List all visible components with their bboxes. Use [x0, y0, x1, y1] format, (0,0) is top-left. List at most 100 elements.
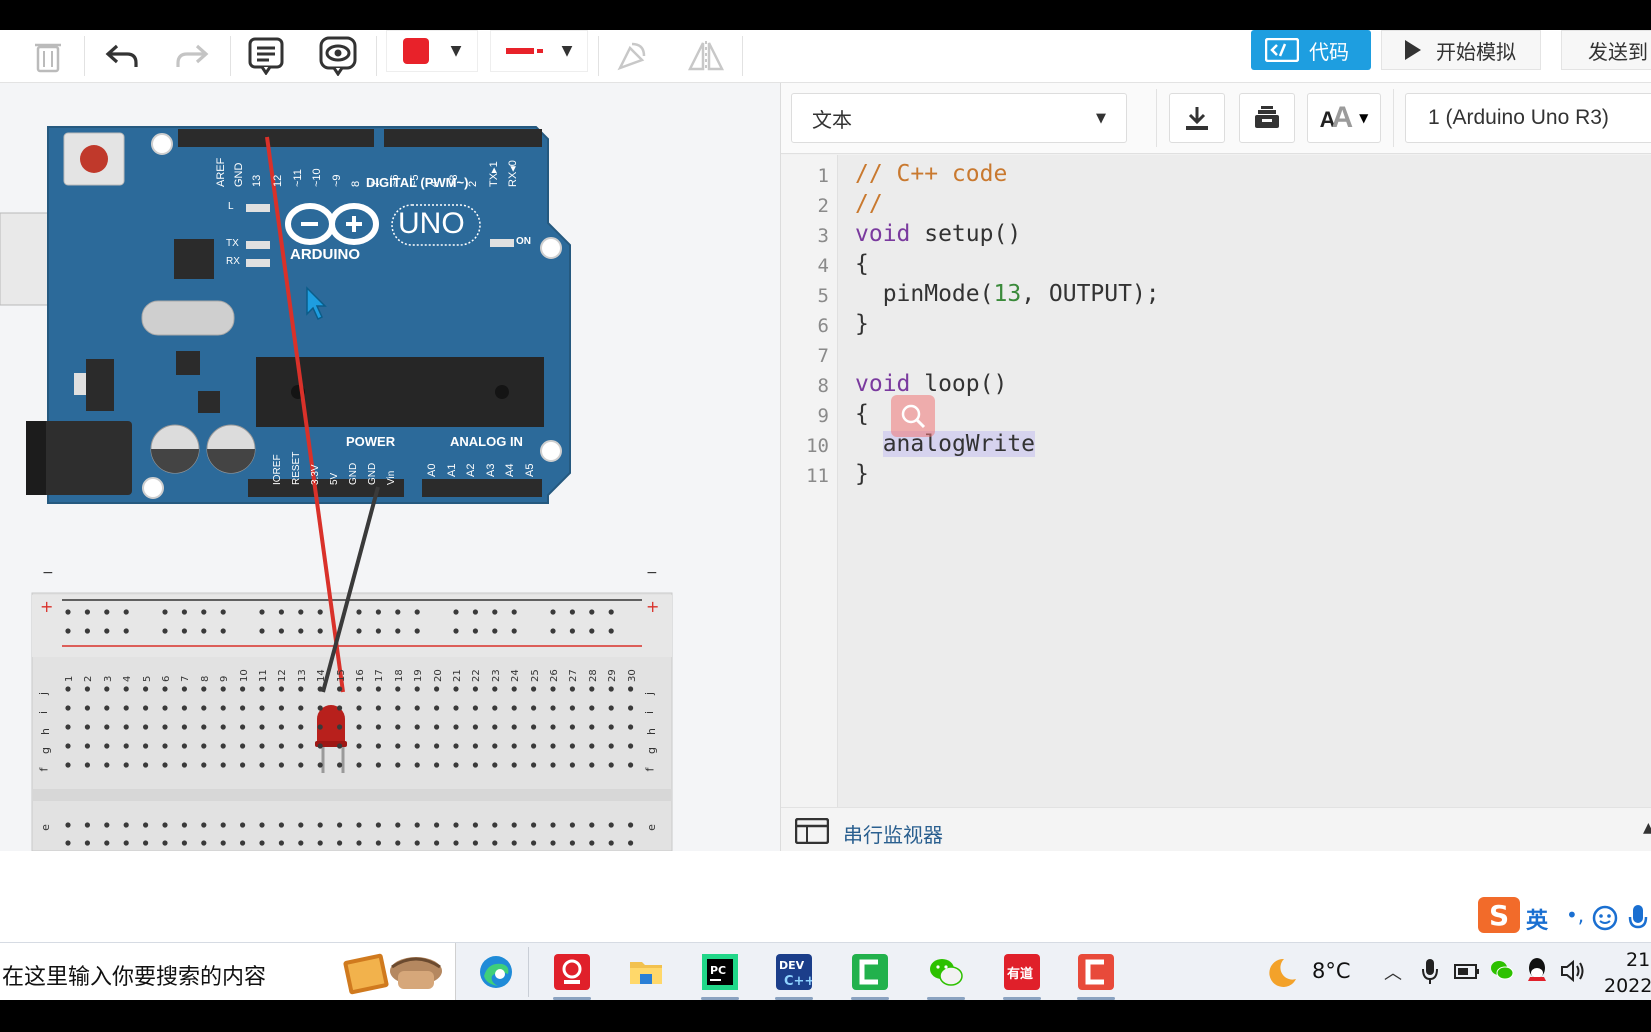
svg-text:有道: 有道 [1007, 966, 1033, 982]
line-number: 1 [817, 165, 829, 187]
breadboard-holes [65, 609, 634, 846]
comment-token: // C++ code [855, 161, 1008, 187]
breadboard-column-number: 9 [219, 675, 231, 682]
led-l-label: L [228, 201, 234, 212]
pycharm-icon[interactable]: PC [702, 954, 738, 990]
pin-label: A2 [465, 463, 477, 477]
breadboard-column-number: 18 [393, 669, 405, 682]
redo-icon[interactable] [170, 30, 214, 82]
code-line-10[interactable]: analogWrite [855, 431, 1036, 457]
code-mode-select[interactable]: 文本 ▼ [791, 93, 1127, 143]
clock-time[interactable]: 21: [1626, 949, 1651, 971]
volume-icon[interactable] [1560, 959, 1586, 987]
download-button[interactable] [1169, 93, 1225, 143]
code-line-1[interactable]: // C++ code [855, 161, 1007, 187]
dev-cpp-icon[interactable]: DEV C++ [776, 954, 815, 990]
code-line-2[interactable]: // [855, 191, 883, 217]
breadboard-column-number: 24 [510, 669, 522, 682]
microphone-icon[interactable] [1628, 903, 1648, 937]
breadboard-column-number: 26 [549, 669, 560, 682]
library-button[interactable] [1239, 93, 1295, 143]
rail-plus-left: + [40, 597, 54, 616]
gnd-label: GND [233, 162, 245, 187]
code-editor[interactable]: 1 2 3 4 5 6 7 8 9 10 11 // C++ code // void setup(… [781, 155, 1651, 807]
pin-label: A4 [504, 463, 516, 477]
weather-temperature[interactable]: 8°C [1312, 959, 1351, 983]
visibility-icon[interactable] [316, 30, 360, 82]
chevron-up-icon[interactable]: ▲ [1643, 820, 1651, 836]
ime-language-indicator[interactable]: 英 [1526, 903, 1548, 935]
breadboard-column-number: 15 [335, 669, 347, 682]
wechat-tray-icon[interactable] [1490, 959, 1514, 985]
search-decoration-icon [340, 949, 450, 1001]
clock-date[interactable]: 2022/ [1604, 975, 1651, 997]
breadboard-column-number: 7 [180, 675, 192, 682]
rail-minus-left: − [42, 565, 54, 581]
file-explorer-icon[interactable] [628, 954, 664, 990]
code-mode-value: 文本 [812, 107, 852, 132]
microphone-tray-icon[interactable] [1422, 957, 1438, 989]
breadboard-column-number: 27 [568, 669, 580, 682]
ime-punctuation-indicator[interactable]: •, [1566, 903, 1584, 927]
breadboard-row-letter: i [37, 710, 51, 715]
color-swatch [402, 38, 429, 64]
uno-logo-text: UNO [398, 207, 465, 240]
main-toolbar: ▼ ▼ 代码 开始模拟 发送到 [0, 30, 1651, 83]
send-to-button[interactable]: 发送到 [1561, 30, 1651, 70]
breadboard-row-letter: i [643, 710, 657, 715]
flip-icon[interactable] [684, 30, 728, 82]
breadboard-column-number: 2 [83, 675, 95, 682]
code-icon [1265, 38, 1299, 62]
sogou-ime-icon[interactable]: S [1476, 895, 1522, 935]
on-label: ON [516, 236, 531, 247]
breadboard-column-number: 8 [199, 675, 211, 682]
undo-icon[interactable] [100, 30, 144, 82]
weather-moon-icon[interactable] [1264, 957, 1298, 993]
wechat-icon[interactable] [928, 954, 964, 990]
arduino-logo-text: ARDUINO [290, 246, 360, 263]
notes-icon[interactable] [246, 30, 286, 82]
start-simulation-button[interactable]: 开始模拟 [1381, 30, 1541, 70]
pin-13-label: 13 [251, 174, 263, 187]
rotate-icon[interactable] [612, 30, 652, 82]
breadboard-column-number: 19 [413, 669, 425, 682]
search-overlay-icon[interactable] [891, 395, 935, 437]
board-select[interactable]: 1 (Arduino Uno R3) [1405, 93, 1651, 143]
code-line-8[interactable]: void loop() [855, 371, 1007, 397]
pin-label: IOREF [272, 454, 283, 485]
show-hidden-icons-icon[interactable]: ︿ [1384, 959, 1402, 985]
code-line-6[interactable]: } [855, 311, 869, 337]
code-line-11[interactable]: } [855, 461, 869, 487]
camtasia-recorder-icon[interactable] [1078, 954, 1114, 990]
circuit-canvas[interactable]: AREF GND 13 12 ~11 ~10 ~9 8 7 ~6 ~5 4 ~3 2 TX▸1 RX◂0… [0, 83, 780, 851]
wire-style-picker[interactable]: ▼ [490, 30, 588, 72]
app-red-icon[interactable] [554, 954, 590, 990]
qq-tray-icon[interactable] [1526, 957, 1548, 987]
taskbar-search-box[interactable]: 在这里输入你要搜索的内容 [0, 943, 456, 1001]
code-line-5[interactable]: pinMode(13, OUTPUT); [855, 281, 1160, 307]
library-icon [1255, 106, 1279, 128]
code-button[interactable]: 代码 [1251, 30, 1371, 70]
edge-browser-icon[interactable] [478, 954, 514, 990]
emoji-icon[interactable] [1592, 905, 1618, 935]
code-line-3[interactable]: void setup() [855, 221, 1021, 247]
font-size-button[interactable]: AA ▼ [1307, 93, 1381, 143]
camtasia-icon[interactable] [852, 954, 888, 990]
serial-monitor-bar[interactable]: 串行监视器 ▲ [781, 807, 1651, 852]
screen-bottom-border [0, 1000, 1651, 1032]
youdao-icon[interactable]: 有道 [1004, 954, 1040, 990]
code-line-4[interactable]: { [855, 251, 869, 277]
delete-icon[interactable] [28, 30, 68, 82]
code-token: loop() [910, 371, 1008, 397]
rail-minus-right: − [646, 565, 658, 581]
battery-icon[interactable] [1454, 961, 1480, 985]
fill-color-picker[interactable]: ▼ [386, 30, 478, 72]
pin-label: ~11 [291, 169, 304, 187]
pin-label: A5 [523, 463, 536, 477]
line-number: 11 [806, 465, 829, 487]
code-line-9[interactable]: { [855, 401, 869, 427]
tx-label: TX [226, 238, 239, 249]
aref-label: AREF [215, 157, 227, 187]
power-label: POWER [346, 434, 396, 449]
